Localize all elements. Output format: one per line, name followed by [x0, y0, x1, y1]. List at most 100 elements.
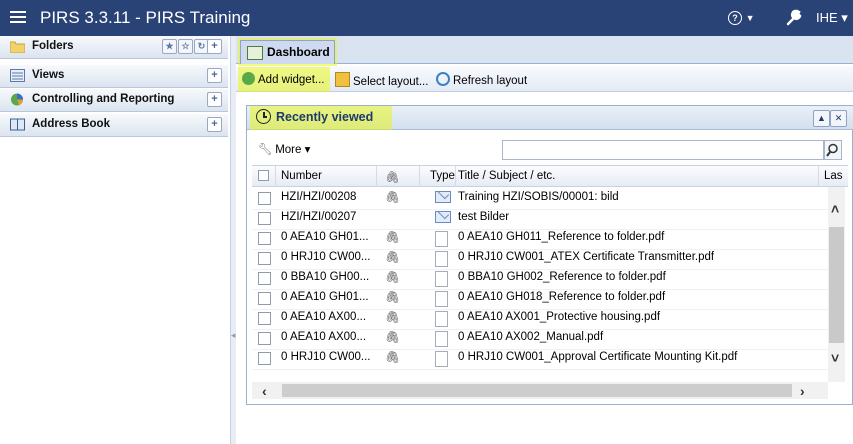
select-all-checkbox[interactable] [258, 170, 269, 181]
table-row[interactable]: 0 AEA10 GH01... 🖇︎ 0 AEA10 GH011_Reference… [252, 228, 828, 250]
sidebar-item-label: Folders [32, 40, 74, 52]
row-title: 0 HRJ10 CW001_Approval Certificate Mount… [458, 351, 738, 363]
refresh-icon [436, 72, 450, 86]
add-widget-label: Add widget... [258, 74, 325, 86]
wrench-icon[interactable] [786, 8, 804, 26]
row-title: 0 HRJ10 CW001_ATEX Certificate Transmitt… [458, 251, 715, 263]
collapse-handle-icon[interactable]: ◂ [231, 330, 236, 344]
clock-icon [256, 109, 271, 124]
vertical-scroll-thumb[interactable] [829, 227, 844, 343]
table-row[interactable]: 0 AEA10 GH01... 🖇︎ 0 AEA10 GH018_Reference… [252, 288, 828, 310]
scroll-left-icon[interactable]: ‹ [262, 383, 267, 399]
table-row[interactable]: 0 AEA10 AX00... 🖇︎ 0 AEA10 AX001_Protectiv… [252, 308, 828, 330]
sidebar-item-folders[interactable]: Folders ★ ☆ ↻ + [0, 36, 228, 59]
row-number: 0 HRJ10 CW00... [281, 251, 371, 263]
menu-icon[interactable] [10, 8, 28, 26]
search-input[interactable] [502, 140, 824, 160]
more-menu-button[interactable]: 🔧︎ More ▾ [258, 142, 310, 156]
row-checkbox[interactable] [258, 212, 271, 225]
column-type[interactable]: Type [430, 170, 455, 182]
sidebar-item-views[interactable]: Views + [0, 65, 228, 88]
paperclip-icon: 🖇︎ [385, 250, 401, 264]
collapse-widget-icon[interactable]: ▲ [813, 110, 830, 127]
left-panel: Folders ★ ☆ ↻ + Views + Controlling and … [0, 36, 234, 444]
row-checkbox[interactable] [258, 192, 271, 205]
app-title: PIRS 3.3.11 - PIRS Training [40, 8, 251, 27]
row-title: 0 AEA10 GH018_Reference to folder.pdf [458, 291, 666, 303]
mail-icon [435, 191, 451, 205]
add-folder-button[interactable]: + [207, 39, 222, 54]
row-checkbox[interactable] [258, 272, 271, 285]
sidebar-item-label: Controlling and Reporting [32, 93, 175, 105]
table-row[interactable]: 0 HRJ10 CW00... 🖇︎ 0 HRJ10 CW001_Approval … [252, 348, 828, 370]
chart-icon [11, 93, 23, 106]
row-number: 0 AEA10 GH01... [281, 291, 369, 303]
dashboard-icon [247, 46, 263, 60]
document-icon [435, 351, 451, 367]
chevron-down-icon: ▼ [745, 13, 755, 23]
document-icon [435, 331, 451, 347]
row-title: 0 BBA10 GH002_Reference to folder.pdf [458, 271, 666, 283]
favorite-icon[interactable]: ★ [162, 39, 177, 54]
row-title: test Bilder [458, 211, 510, 223]
favorite-add-icon[interactable]: ☆ [178, 39, 193, 54]
row-number: 0 AEA10 AX00... [281, 331, 367, 343]
add-view-button[interactable]: + [207, 68, 222, 83]
table-row[interactable]: 0 BBA10 GH00... 🖇︎ 0 BBA10 GH002_Reference… [252, 268, 828, 290]
column-last[interactable]: Las [824, 170, 843, 182]
mail-icon [435, 211, 451, 225]
address-book-icon [10, 118, 25, 131]
table-row[interactable]: 0 AEA10 AX00... 🖇︎ 0 AEA10 AX002_Manual.pd… [252, 328, 828, 350]
add-widget-icon [242, 72, 255, 85]
row-number: 0 HRJ10 CW00... [281, 351, 371, 363]
scroll-down-icon[interactable]: ˅ [831, 350, 839, 366]
tab-dashboard[interactable]: Dashboard [240, 40, 335, 64]
table-row[interactable]: 0 HRJ10 CW00... 🖇︎ 0 HRJ10 CW001_ATEX Cert… [252, 248, 828, 270]
row-checkbox[interactable] [258, 332, 271, 345]
row-checkbox[interactable] [258, 292, 271, 305]
row-number: HZI/HZI/00208 [281, 191, 357, 203]
tab-label: Dashboard [267, 45, 330, 59]
close-widget-icon[interactable]: ✕ [830, 110, 847, 127]
add-report-button[interactable]: + [207, 92, 222, 107]
select-layout-button[interactable]: Select layout... [335, 72, 428, 88]
help-button[interactable]: ? ▼ [728, 9, 755, 25]
search-icon [826, 143, 838, 157]
row-number: HZI/HZI/00207 [281, 211, 357, 223]
grid-header: Number 🖇︎ Type Title / Subject / etc. La… [252, 165, 848, 187]
sidebar-item-label: Views [32, 69, 65, 81]
views-icon [10, 69, 25, 82]
refresh-layout-button[interactable]: Refresh layout [436, 72, 527, 87]
more-label: More ▾ [275, 144, 311, 156]
document-icon [435, 291, 451, 307]
row-title: 0 AEA10 AX002_Manual.pdf [458, 331, 604, 343]
column-number[interactable]: Number [281, 170, 322, 182]
row-number: 0 BBA10 GH00... [281, 271, 370, 283]
document-icon [435, 251, 451, 267]
sidebar-item-label: Address Book [32, 118, 110, 130]
row-checkbox[interactable] [258, 352, 271, 365]
row-checkbox[interactable] [258, 232, 271, 245]
row-checkbox[interactable] [258, 312, 271, 325]
table-row[interactable]: HZI/HZI/00207 test Bilder [252, 208, 828, 230]
paperclip-icon: 🖇︎ [385, 270, 401, 284]
paperclip-icon: 🖇︎ [385, 310, 401, 324]
add-contact-button[interactable]: + [207, 117, 222, 132]
document-icon [435, 311, 451, 327]
add-widget-button[interactable]: Add widget... [242, 72, 324, 86]
paperclip-icon: 🖇︎ [385, 230, 401, 244]
scroll-right-icon[interactable]: › [800, 383, 805, 399]
row-checkbox[interactable] [258, 252, 271, 265]
wrench-icon: 🔧︎ [258, 144, 273, 156]
paperclip-icon[interactable]: 🖇︎ [385, 170, 400, 184]
user-menu-button[interactable]: IHE ▾ [816, 10, 848, 26]
table-row[interactable]: HZI/HZI/00208 🖇︎ Training HZI/SOBIS/00001:… [252, 188, 828, 210]
scroll-up-icon[interactable]: ˄ [831, 201, 839, 217]
refresh-layout-label: Refresh layout [453, 75, 528, 87]
column-title[interactable]: Title / Subject / etc. [458, 170, 555, 182]
search-button[interactable] [824, 140, 842, 160]
select-layout-label: Select layout... [353, 76, 429, 88]
sidebar-item-address-book[interactable]: Address Book + [0, 114, 228, 137]
horizontal-scroll-thumb[interactable] [282, 384, 792, 397]
sidebar-item-controlling-reporting[interactable]: Controlling and Reporting + [0, 89, 228, 112]
